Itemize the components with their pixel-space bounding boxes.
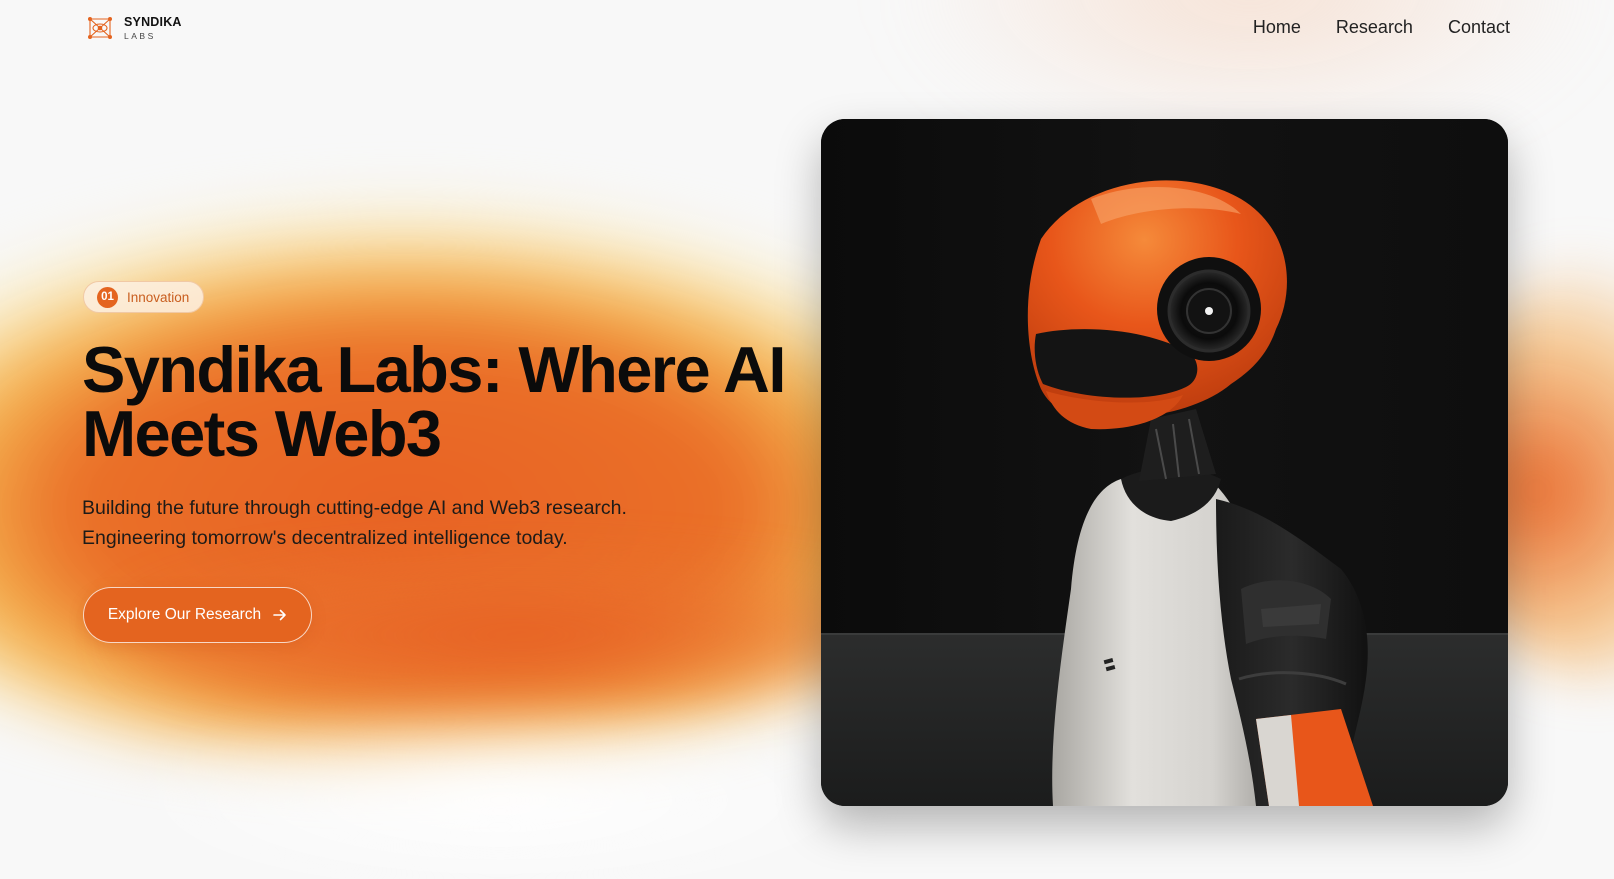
nav-home[interactable]: Home xyxy=(1253,17,1301,38)
brand-wordmark: SYNDIKA LABS xyxy=(124,14,182,41)
explore-research-label: Explore Our Research xyxy=(107,606,262,623)
robot-image xyxy=(821,119,1508,806)
main-nav: Home Research Contact xyxy=(1253,17,1510,38)
arrow-right-icon xyxy=(273,609,286,621)
nav-contact[interactable]: Contact xyxy=(1448,17,1510,38)
nav-research[interactable]: Research xyxy=(1336,17,1413,38)
hero-image-card xyxy=(821,119,1508,806)
background-glow-bottom xyxy=(100,700,900,879)
site-header: SYNDIKA LABS Home Research Contact xyxy=(0,0,1614,60)
hero-headline: Syndika Labs: Where AI Meets Web3 xyxy=(82,333,786,470)
explore-research-button[interactable]: Explore Our Research xyxy=(83,587,312,643)
badge-label: Innovation xyxy=(127,289,190,305)
badge-number: 01 xyxy=(97,286,118,308)
hero-subtext: Building the future through cutting-edge… xyxy=(82,497,627,549)
brand-logo[interactable]: SYNDIKA LABS xyxy=(86,14,182,42)
innovation-badge: 01 Innovation xyxy=(83,281,205,313)
brand-sub: LABS xyxy=(124,31,156,41)
network-nodes-icon xyxy=(88,17,112,39)
page: SYNDIKA LABS Home Research Contact 01 In… xyxy=(0,0,1614,879)
brand-name: SYNDIKA xyxy=(124,14,182,29)
